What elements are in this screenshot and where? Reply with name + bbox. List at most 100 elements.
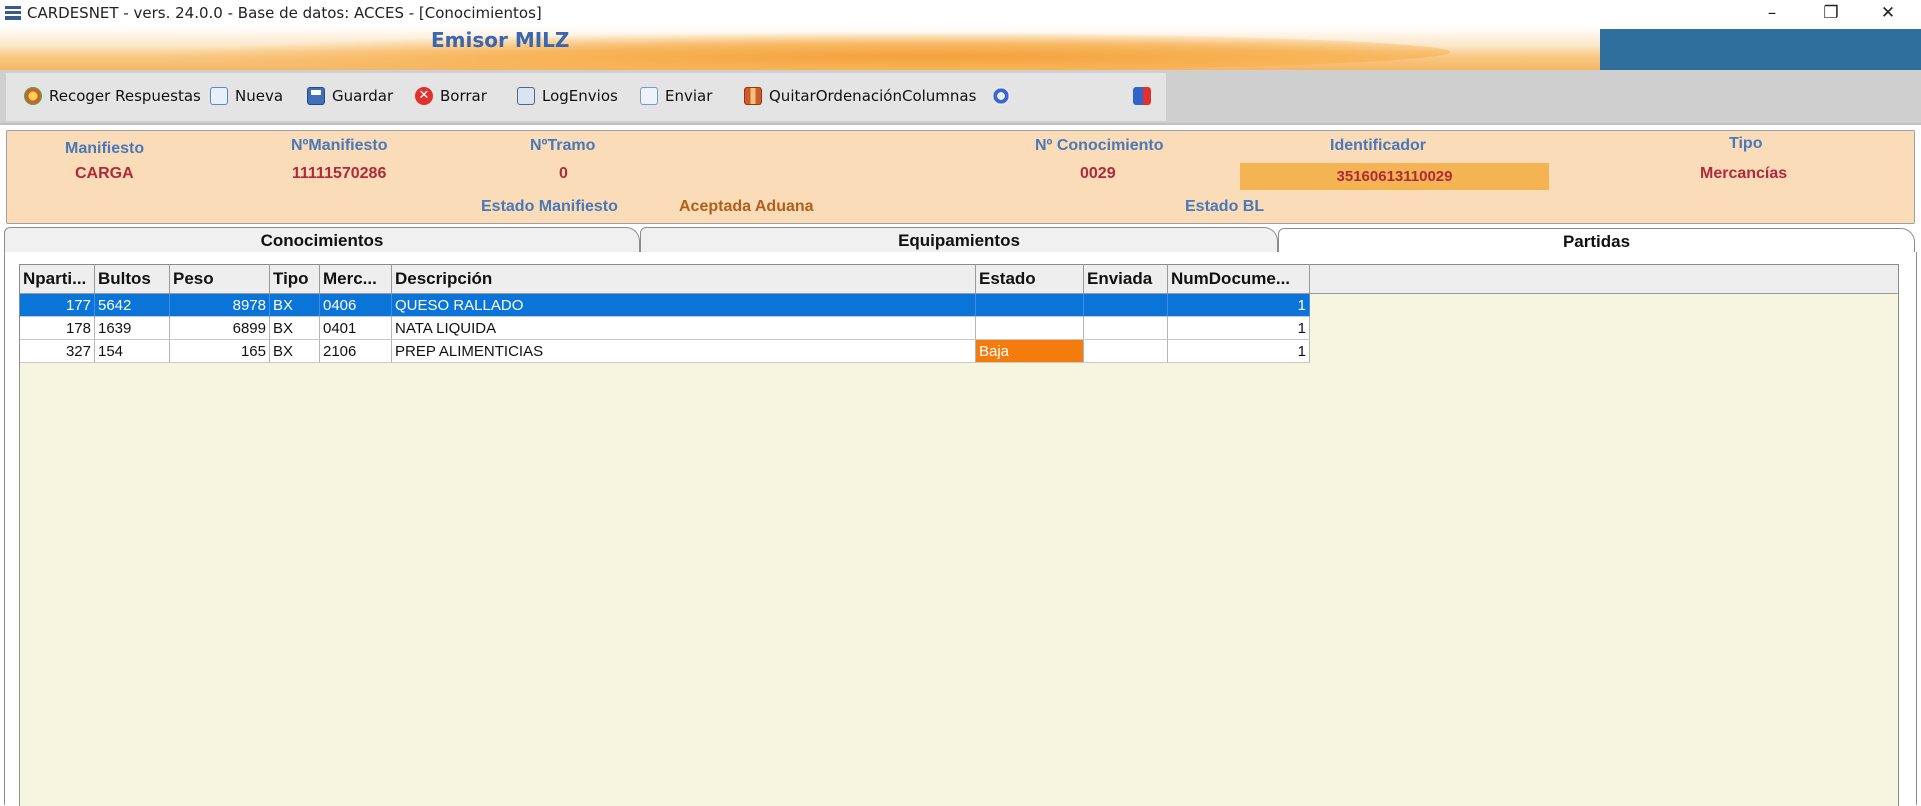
enviar-button[interactable]: Enviar — [640, 85, 712, 107]
cell-enviada — [1084, 317, 1168, 340]
minimize-button[interactable]: – — [1746, 0, 1798, 26]
ntramo-label: NºTramo — [530, 137, 596, 154]
cell-numdocumento: 1 — [1168, 317, 1310, 340]
cell-enviada — [1084, 294, 1168, 317]
tab-partidas[interactable]: Partidas — [1278, 228, 1915, 254]
cell-estado — [976, 317, 1084, 340]
nmanifiesto-value: 11111570286 — [292, 165, 387, 182]
column-header-bultos[interactable]: Bultos — [95, 265, 170, 293]
column-header-descripcion[interactable]: Descripción — [392, 265, 976, 293]
mail-icon — [640, 87, 658, 105]
tab-equipamientos[interactable]: Equipamientos — [640, 227, 1278, 253]
banner-blue-panel — [1600, 26, 1921, 70]
grid-header: Nparti... Bultos Peso Tipo Merc... Descr… — [20, 265, 1898, 294]
column-header-tipo[interactable]: Tipo — [270, 265, 320, 293]
cell-mercancia: 0401 — [320, 317, 392, 340]
ntramo-value: 0 — [559, 165, 568, 182]
emisor-label: Emisor MILZ — [431, 28, 570, 52]
estado-bl-label: Estado BL — [1185, 198, 1265, 215]
quitar-ordenacion-button[interactable]: QuitarOrdenaciónColumnas — [744, 85, 976, 107]
cell-descripcion: QUESO RALLADO — [392, 294, 976, 317]
cell-peso: 6899 — [170, 317, 270, 340]
refresh-icon — [24, 87, 42, 105]
app-icon — [5, 6, 21, 20]
tipo-value: Mercancías — [1700, 165, 1788, 182]
sync-icon — [992, 87, 1010, 105]
borrar-label: Borrar — [440, 87, 487, 105]
cell-tipo: BX — [270, 340, 320, 363]
cell-bultos: 1639 — [95, 317, 170, 340]
column-header-npartida[interactable]: Nparti... — [20, 265, 95, 293]
cell-numdocumento: 1 — [1168, 340, 1310, 363]
guardar-button[interactable]: Guardar — [307, 85, 393, 107]
cell-npartida: 178 — [20, 317, 95, 340]
column-header-mercancia[interactable]: Merc... — [320, 265, 392, 293]
sync-button[interactable] — [992, 85, 1017, 107]
exit-door-icon — [1133, 87, 1151, 105]
cell-npartida: 327 — [20, 340, 95, 363]
window-title: CARDESNET - vers. 24.0.0 - Base de datos… — [27, 4, 542, 22]
cell-mercancia: 2106 — [320, 340, 392, 363]
logenvios-button[interactable]: LogEnvios — [517, 85, 618, 107]
tab-conocimientos[interactable]: Conocimientos — [4, 227, 640, 253]
column-header-peso[interactable]: Peso — [170, 265, 270, 293]
cell-npartida: 177 — [20, 294, 95, 317]
cell-estado-baja: Baja — [976, 340, 1084, 363]
conocimiento-header-panel: Manifiesto CARGA NºManifiesto 1111157028… — [6, 130, 1915, 224]
manifiesto-value: CARGA — [75, 165, 134, 182]
banner: Emisor MILZ — [0, 26, 1921, 70]
recoger-respuestas-label: Recoger Respuestas — [49, 87, 201, 105]
identificador-field[interactable]: 35160613110029 — [1240, 163, 1549, 190]
quitar-ordenacion-label: QuitarOrdenaciónColumnas — [769, 87, 977, 105]
manifiesto-label: Manifiesto — [65, 140, 145, 157]
cell-bultos: 5642 — [95, 294, 170, 317]
cell-bultos: 154 — [95, 340, 170, 363]
column-header-enviada[interactable]: Enviada — [1084, 265, 1168, 293]
delete-icon: ✕ — [415, 87, 433, 105]
recoger-respuestas-button[interactable]: Recoger Respuestas — [24, 85, 201, 107]
nueva-label: Nueva — [235, 87, 284, 105]
tipo-label: Tipo — [1729, 135, 1763, 152]
nueva-button[interactable]: Nueva — [210, 85, 283, 107]
table-row[interactable]: 177 5642 8978 BX 0406 QUESO RALLADO 1 — [20, 294, 1326, 317]
cell-tipo: BX — [270, 294, 320, 317]
column-header-filler — [1310, 265, 1898, 293]
restore-button[interactable]: ❐ — [1805, 0, 1857, 26]
table-row[interactable]: 178 1639 6899 BX 0401 NATA LIQUIDA 1 — [20, 317, 1326, 340]
exit-button[interactable] — [1133, 85, 1158, 107]
enviar-label: Enviar — [665, 87, 713, 105]
cell-descripcion: PREP ALIMENTICIAS — [392, 340, 976, 363]
guardar-label: Guardar — [332, 87, 394, 105]
column-header-estado[interactable]: Estado — [976, 265, 1084, 293]
cell-tipo: BX — [270, 317, 320, 340]
nconocimiento-value: 0029 — [1080, 165, 1116, 182]
estado-manifiesto-value: Aceptada Aduana — [679, 198, 814, 215]
identificador-value: 35160613110029 — [1336, 168, 1453, 185]
toolbar: Recoger Respuestas Nueva Guardar ✕ Borra… — [0, 70, 1921, 125]
cell-peso: 165 — [170, 340, 270, 363]
log-icon — [517, 87, 535, 105]
partidas-grid: Nparti... Bultos Peso Tipo Merc... Descr… — [19, 264, 1899, 806]
nmanifiesto-label: NºManifiesto — [291, 137, 388, 154]
sort-columns-icon — [744, 87, 762, 105]
cell-numdocumento: 1 — [1168, 294, 1310, 317]
partidas-panel: Nparti... Bultos Peso Tipo Merc... Descr… — [4, 252, 1917, 806]
nconocimiento-label: Nº Conocimiento — [1035, 137, 1164, 154]
cell-peso: 8978 — [170, 294, 270, 317]
new-document-icon — [210, 87, 228, 105]
cell-estado — [976, 294, 1084, 317]
cell-enviada — [1084, 340, 1168, 363]
borrar-button[interactable]: ✕ Borrar — [415, 85, 487, 107]
logenvios-label: LogEnvios — [542, 87, 618, 105]
estado-manifiesto-label: Estado Manifiesto — [481, 198, 618, 215]
identificador-label: Identificador — [1330, 137, 1427, 154]
cell-descripcion: NATA LIQUIDA — [392, 317, 976, 340]
save-icon — [307, 87, 325, 105]
title-bar: CARDESNET - vers. 24.0.0 - Base de datos… — [0, 0, 1921, 26]
table-row[interactable]: 327 154 165 BX 2106 PREP ALIMENTICIAS Ba… — [20, 340, 1326, 363]
banner-swoosh — [150, 32, 1450, 70]
close-button[interactable]: ✕ — [1862, 0, 1914, 26]
column-header-numdocumento[interactable]: NumDocume... — [1168, 265, 1310, 293]
tab-strip: Conocimientos Equipamientos Partidas — [0, 227, 1921, 254]
cell-mercancia: 0406 — [320, 294, 392, 317]
